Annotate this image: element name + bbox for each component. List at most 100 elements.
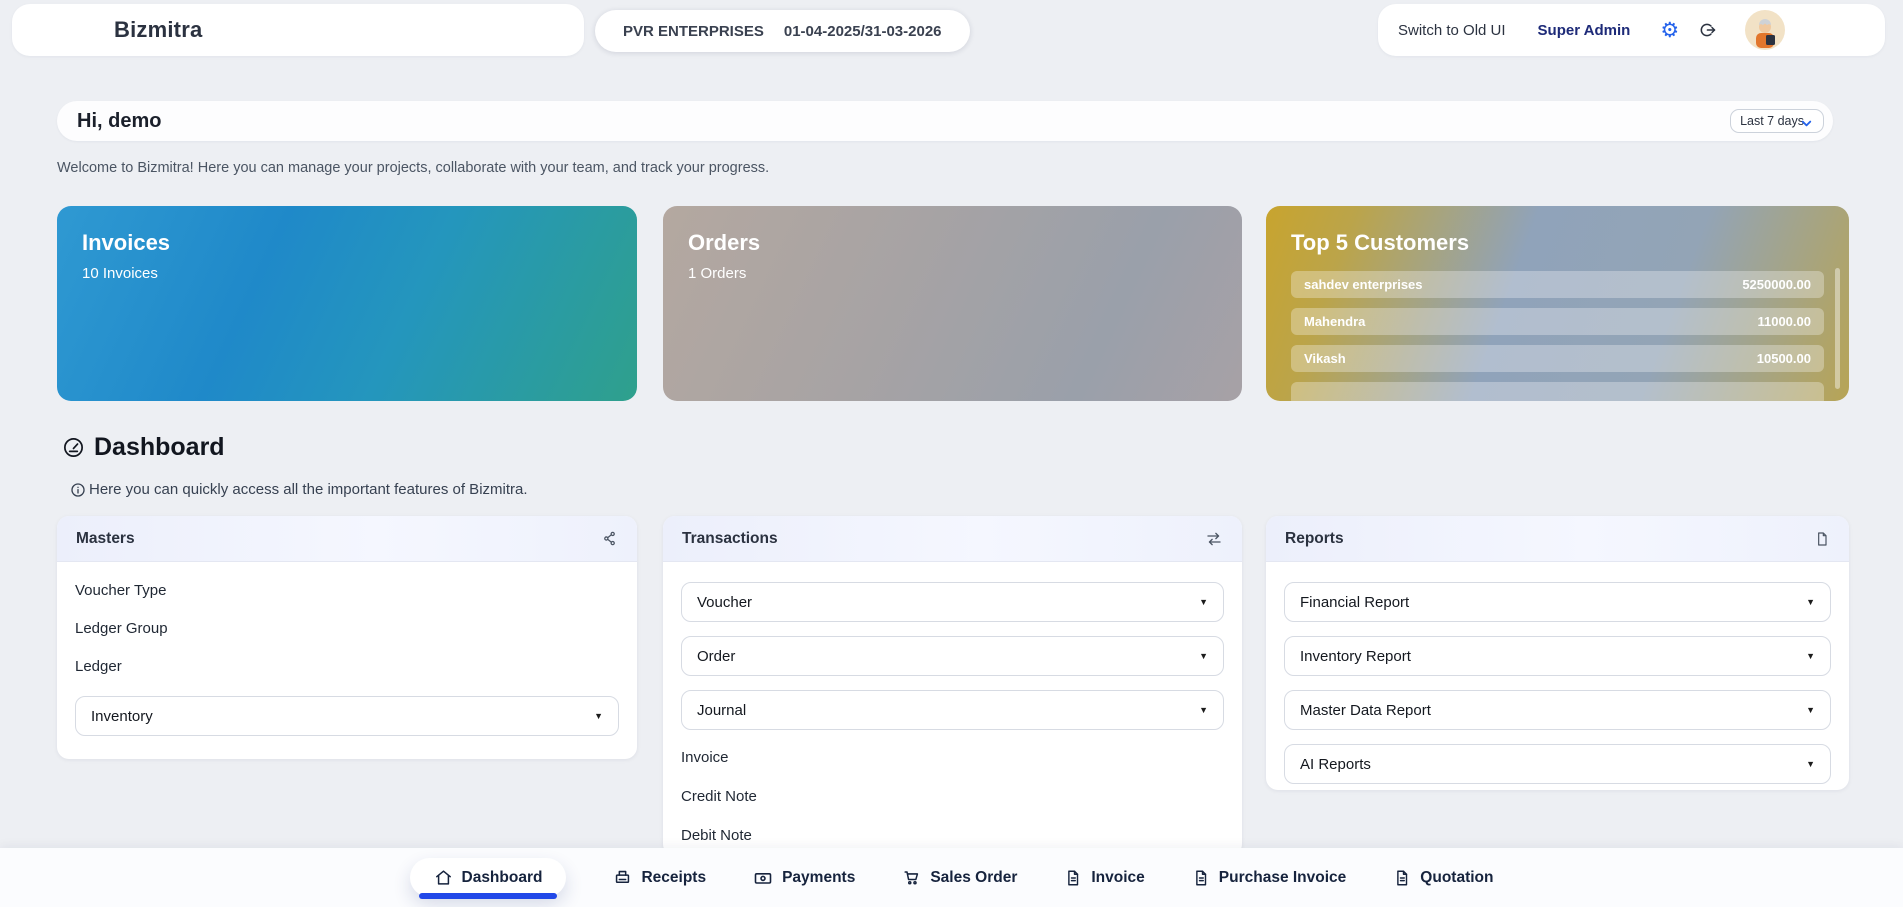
nav-item-payments[interactable]: Payments [753, 868, 855, 888]
customer-row[interactable]: sahdev enterprises 5250000.00 [1291, 271, 1824, 298]
caret-down-icon: ▼ [1199, 651, 1208, 661]
customer-row[interactable]: Mahendra 11000.00 [1291, 308, 1824, 335]
masters-panel: Masters Voucher Type Ledger Group Ledger… [57, 516, 637, 759]
bottom-navigation: Dashboard Receipts Payments Sales Order … [0, 848, 1903, 907]
app-logo-text: Bizmitra [114, 17, 202, 43]
masters-panel-body: Voucher Type Ledger Group Ledger Invento… [57, 562, 637, 736]
reports-panel-body: Financial Report ▼ Inventory Report ▼ Ma… [1266, 562, 1849, 784]
masters-link-ledger-group[interactable]: Ledger Group [75, 620, 619, 637]
masters-link-ledger[interactable]: Ledger [75, 658, 619, 675]
quote-doc-icon [1393, 869, 1411, 887]
nav-label: Receipts [641, 869, 706, 887]
section-hint-text: Here you can quickly access all the impo… [89, 481, 528, 498]
masters-panel-header: Masters [57, 516, 637, 562]
invoices-card-count: 10 Invoices [82, 265, 612, 282]
nav-item-dashboard[interactable]: Dashboard [410, 858, 567, 897]
transactions-panel-header: Transactions [663, 516, 1242, 562]
caret-down-icon: ▼ [1806, 705, 1815, 715]
receipt-icon [613, 868, 632, 887]
customer-name: Vikash [1304, 351, 1346, 366]
ai-reports-dropdown[interactable]: AI Reports ▼ [1284, 744, 1831, 784]
caret-down-icon: ▼ [594, 711, 603, 721]
top-customers-title: Top 5 Customers [1291, 230, 1824, 256]
date-range-label: Last 7 days [1740, 114, 1804, 128]
ai-reports-value: AI Reports [1300, 756, 1371, 773]
user-role-label: Super Admin [1538, 22, 1631, 39]
nav-item-purchase-invoice[interactable]: Purchase Invoice [1192, 869, 1347, 887]
nav-item-invoice[interactable]: Invoice [1064, 869, 1144, 887]
topbar-actions-card: Switch to Old UI Super Admin ⚙ [1378, 4, 1885, 56]
gear-icon[interactable]: ⚙ [1660, 20, 1679, 41]
invoices-stat-card[interactable]: Invoices 10 Invoices [57, 206, 637, 401]
dashboard-section-hint: Here you can quickly access all the impo… [70, 481, 528, 498]
master-data-report-value: Master Data Report [1300, 702, 1431, 719]
nav-label: Quotation [1420, 869, 1493, 887]
inventory-dropdown-value: Inventory [91, 708, 153, 725]
switch-to-old-ui-link[interactable]: Switch to Old UI [1398, 22, 1506, 39]
reports-panel-header: Reports [1266, 516, 1849, 562]
nav-label: Purchase Invoice [1219, 869, 1347, 887]
order-dropdown[interactable]: Order ▼ [681, 636, 1224, 676]
customer-row[interactable]: Vikash 10500.00 [1291, 345, 1824, 372]
reports-title: Reports [1285, 530, 1344, 548]
nav-label: Payments [782, 869, 855, 887]
transactions-link-credit-note[interactable]: Credit Note [681, 788, 1224, 805]
nav-item-sales-order[interactable]: Sales Order [902, 868, 1017, 887]
inventory-report-dropdown[interactable]: Inventory Report ▼ [1284, 636, 1831, 676]
master-data-report-dropdown[interactable]: Master Data Report ▼ [1284, 690, 1831, 730]
masters-link-voucher-type[interactable]: Voucher Type [75, 582, 619, 599]
nav-label: Sales Order [930, 869, 1017, 887]
date-range-button[interactable]: Last 7 days [1730, 109, 1824, 133]
banknote-icon [753, 868, 773, 888]
transactions-title: Transactions [682, 530, 778, 548]
chevron-down-icon [1799, 116, 1814, 131]
gauge-icon [62, 436, 85, 459]
nodes-icon [601, 530, 618, 547]
greeting-bar: Hi, demo Last 7 days [57, 101, 1833, 141]
inventory-dropdown[interactable]: Inventory ▼ [75, 696, 619, 736]
financial-year: 01-04-2025/31-03-2026 [784, 23, 942, 40]
customer-amount: 11000.00 [1757, 314, 1811, 329]
customer-amount: 10500.00 [1757, 351, 1811, 366]
journal-dropdown[interactable]: Journal ▼ [681, 690, 1224, 730]
financial-report-dropdown[interactable]: Financial Report ▼ [1284, 582, 1831, 622]
caret-down-icon: ▼ [1806, 651, 1815, 661]
logout-icon[interactable] [1697, 20, 1717, 40]
company-period-pill[interactable]: PVR ENTERPRISES 01-04-2025/31-03-2026 [595, 10, 970, 52]
transactions-links: Invoice Credit Note Debit Note [681, 744, 1224, 844]
top-customers-card: Top 5 Customers sahdev enterprises 52500… [1266, 206, 1849, 401]
transactions-link-debit-note[interactable]: Debit Note [681, 827, 1224, 844]
caret-down-icon: ▼ [1806, 597, 1815, 607]
orders-card-title: Orders [688, 230, 1217, 256]
invoices-card-title: Invoices [82, 230, 612, 256]
nav-item-receipts[interactable]: Receipts [613, 868, 706, 887]
transactions-panel-body: Voucher ▼ Order ▼ Journal ▼ Invoice Cred… [663, 562, 1242, 844]
dashboard-section-header: Dashboard [62, 433, 225, 462]
document-icon [1814, 531, 1830, 547]
dashboard-page: Bizmitra PVR ENTERPRISES 01-04-2025/31-0… [0, 0, 1903, 907]
nav-item-quotation[interactable]: Quotation [1393, 869, 1493, 887]
order-dropdown-value: Order [697, 648, 735, 665]
topbar-brand-card: Bizmitra [12, 4, 584, 56]
inventory-report-value: Inventory Report [1300, 648, 1411, 665]
reports-panel: Reports Financial Report ▼ Inventory Rep… [1266, 516, 1849, 790]
welcome-text: Welcome to Bizmitra! Here you can manage… [57, 160, 769, 176]
user-avatar[interactable] [1745, 10, 1785, 50]
greeting-title: Hi, demo [77, 110, 161, 133]
info-icon [70, 482, 86, 498]
transactions-link-invoice[interactable]: Invoice [681, 749, 1224, 766]
swap-arrows-icon [1205, 530, 1223, 548]
caret-down-icon: ▼ [1199, 597, 1208, 607]
orders-stat-card[interactable]: Orders 1 Orders [663, 206, 1242, 401]
customers-scrollbar[interactable] [1835, 268, 1840, 389]
financial-report-value: Financial Report [1300, 594, 1409, 611]
purchase-doc-icon [1192, 869, 1210, 887]
home-icon [434, 868, 453, 887]
company-name: PVR ENTERPRISES [623, 23, 764, 40]
voucher-dropdown-value: Voucher [697, 594, 752, 611]
nav-label: Dashboard [462, 869, 543, 887]
customer-amount: 5250000.00 [1742, 277, 1811, 292]
customer-row-clipped [1291, 382, 1824, 401]
voucher-dropdown[interactable]: Voucher ▼ [681, 582, 1224, 622]
journal-dropdown-value: Journal [697, 702, 746, 719]
